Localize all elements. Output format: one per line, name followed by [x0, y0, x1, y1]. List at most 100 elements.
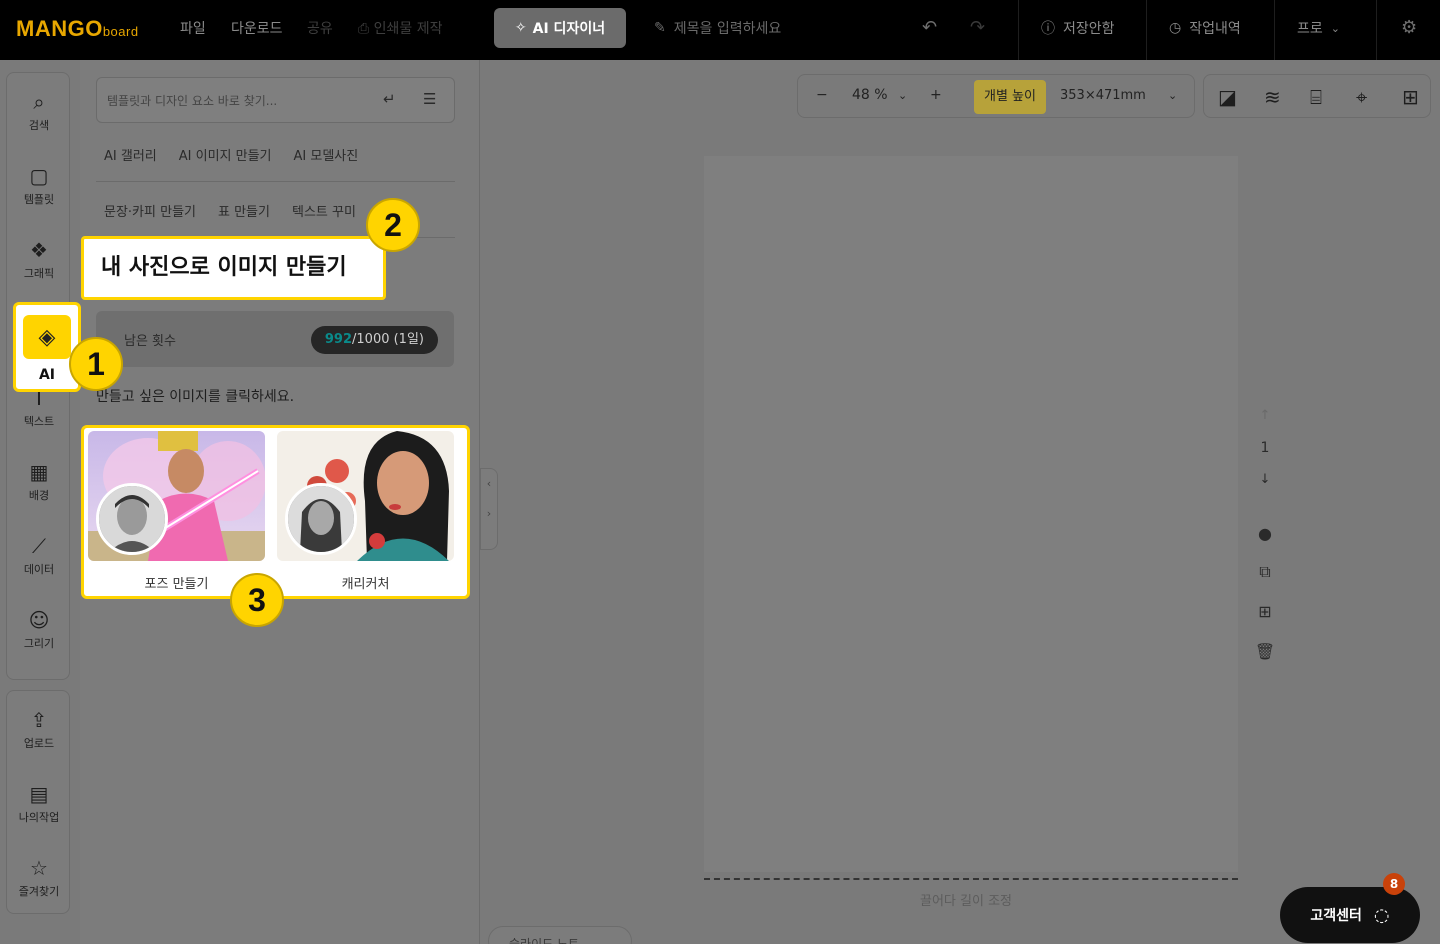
rail-item-draw[interactable]: ☺ 그리기 [7, 607, 71, 651]
mangoboard-logo[interactable]: MANGOboard [16, 16, 139, 42]
tab-copywriting[interactable]: 문장·카피 만들기 [104, 200, 196, 237]
chevron-down-icon[interactable]: ⌄ [898, 89, 907, 102]
pose-thumbnail [88, 431, 265, 561]
zoom-out-icon[interactable]: − [816, 87, 828, 103]
chevron-down-icon[interactable]: ⌄ [1168, 89, 1177, 102]
plan-dropdown[interactable]: 프로 ⌄ [1297, 18, 1340, 38]
rail-item-background[interactable]: ▦ 배경 [7, 459, 71, 503]
tab-ai-image[interactable]: AI 이미지 만들기 [179, 144, 272, 181]
step-badge-3: 3 [230, 573, 284, 627]
drag-resize-hint: 끌어다 길이 조정 [920, 894, 1012, 909]
enter-arrow-icon[interactable]: ↵ [383, 90, 396, 108]
remaining-count-box: 남은 횟수 992/1000 (1일) [96, 311, 454, 367]
menu-download[interactable]: 다운로드 [231, 18, 283, 38]
source-face-avatar [285, 483, 357, 555]
card-pose[interactable]: 포즈 만들기 [88, 431, 265, 592]
layers-icon[interactable]: ≋ [1264, 85, 1281, 109]
draw-icon: ☺ [28, 608, 50, 632]
rail-item-ai-highlighted[interactable]: ◈ AI [13, 302, 81, 392]
ruler-icon[interactable]: ⌸ [1310, 85, 1322, 109]
menu-share[interactable]: 공유 [307, 18, 333, 38]
rail-item-template[interactable]: ▢ 템플릿 [7, 163, 71, 207]
rail-item-label: 그래픽 [23, 267, 55, 280]
zoom-toolbar: − 48 % ⌄ + 개별 높이 353×471mm ⌄ [797, 74, 1195, 118]
chat-bubble-icon: ◌ [1373, 904, 1390, 926]
rail-item-my-work[interactable]: ▤ 나의작업 [7, 781, 71, 825]
save-status-button[interactable]: ⓘ 저장안함 [1041, 18, 1115, 38]
magic-wand-icon: ✧ [514, 20, 527, 36]
settings-gear-icon[interactable]: ⚙ [1401, 17, 1417, 38]
ai-designer-button[interactable]: ✧ AI 디자이너 [494, 8, 626, 48]
logo-sub-text: board [102, 24, 139, 39]
alert-circle-icon: ⓘ [1041, 21, 1055, 37]
crop-focus-icon[interactable]: ⌖ [1356, 85, 1367, 109]
ai-chip-icon: ◈ [23, 315, 71, 359]
customer-center-label: 고객센터 [1310, 908, 1362, 924]
step-badge-1: 1 [69, 337, 123, 391]
menu-print[interactable]: ⎙ 인쇄물 제작 [358, 18, 443, 38]
arrow-down-icon[interactable]: ↓ [1250, 472, 1280, 487]
title-placeholder: 제목을 입력하세요 [673, 21, 782, 37]
duplicate-page-icon[interactable]: ⧉ [1250, 562, 1280, 582]
redo-icon[interactable]: ↷ [970, 17, 985, 38]
history-button[interactable]: ◷ 작업내역 [1169, 18, 1241, 38]
ai-designer-label: AI 디자이너 [532, 21, 606, 37]
rail-item-label: 템플릿 [23, 193, 55, 206]
save-status-label: 저장안함 [1063, 21, 1115, 37]
color-palette-icon[interactable]: ● [1250, 524, 1280, 543]
arrow-up-icon[interactable]: ↑ [1250, 408, 1280, 423]
rail-item-upload[interactable]: ⇪ 업로드 [7, 707, 71, 751]
edit-cloud-icon: ✎ [654, 20, 666, 36]
trash-icon[interactable]: 🗑 [1250, 642, 1280, 661]
remaining-label: 남은 횟수 [124, 334, 176, 349]
design-artboard[interactable] [704, 156, 1238, 872]
search-icon: ⌕ [33, 90, 45, 114]
search-input[interactable] [107, 90, 367, 112]
left-rail-bottom: ⇪ 업로드 ▤ 나의작업 ☆ 즐겨찾기 [6, 690, 70, 914]
individual-height-button[interactable]: 개별 높이 [974, 80, 1046, 114]
slide-notes-tab[interactable]: 슬라이드 노트 [488, 926, 632, 944]
canvas-tools: ◪ ≋ ⌸ ⌖ ⊞ [1203, 74, 1431, 118]
top-bar: MANGOboard 파일 다운로드 공유 ⎙ 인쇄물 제작 ✧ AI 디자이너… [0, 0, 1440, 60]
rail-item-label: 업로드 [23, 737, 55, 750]
plan-label: 프로 [1297, 21, 1323, 37]
canvas-size[interactable]: 353×471mm [1060, 88, 1146, 103]
menu-file[interactable]: 파일 [180, 18, 206, 38]
rail-item-label: 그리기 [23, 637, 55, 650]
logo-text: MANGO [16, 16, 103, 41]
filter-search-icon[interactable]: ☰ [423, 90, 436, 108]
remaining-count-pill: 992/1000 (1일) [310, 326, 438, 354]
rail-item-favorite[interactable]: ☆ 즐겨찾기 [7, 855, 71, 899]
panel-collapse-handle[interactable]: ‹ › [480, 468, 498, 550]
step-badge-2: 2 [366, 198, 420, 252]
rail-item-label: 텍스트 [23, 415, 55, 428]
zoom-level[interactable]: 48 % [852, 87, 888, 103]
zoom-in-icon[interactable]: + [930, 87, 942, 103]
title-input[interactable]: ✎ 제목을 입력하세요 [654, 18, 781, 38]
rail-item-label: 나의작업 [18, 811, 60, 824]
resize-dash-line[interactable] [704, 872, 1238, 880]
search-box: ↵ ☰ [96, 77, 455, 123]
rail-item-label: 데이터 [23, 563, 55, 576]
sticker-icon[interactable]: ◪ [1218, 85, 1237, 109]
customer-center-button[interactable]: 고객센터 ◌ [1280, 887, 1420, 943]
divider [1018, 0, 1019, 60]
card-caricature[interactable]: 캐리커처 [277, 431, 454, 592]
my-work-icon: ▤ [29, 782, 49, 806]
tab-text-decor[interactable]: 텍스트 꾸미 [292, 200, 356, 237]
tab-table[interactable]: 표 만들기 [218, 200, 270, 237]
history-icon: ◷ [1169, 20, 1182, 36]
grid-icon[interactable]: ⊞ [1402, 85, 1419, 109]
chart-icon: ⟋ [32, 534, 46, 558]
rail-item-search[interactable]: ⌕ 검색 [7, 89, 71, 133]
rail-item-data[interactable]: ⟋ 데이터 [7, 533, 71, 577]
history-label: 작업내역 [1189, 21, 1241, 37]
undo-icon[interactable]: ↶ [922, 17, 937, 38]
rail-item-label: 검색 [28, 119, 50, 132]
tab-ai-model[interactable]: AI 모델사진 [294, 144, 359, 181]
rail-item-graphic[interactable]: ❖ 그래픽 [7, 237, 71, 281]
tab-my-photo-image-highlighted[interactable]: 내 사진으로 이미지 만들기 [81, 236, 386, 300]
template-icon: ▢ [29, 164, 49, 188]
tab-ai-gallery[interactable]: AI 갤러리 [104, 144, 157, 181]
add-page-icon[interactable]: ⊞ [1250, 602, 1280, 621]
